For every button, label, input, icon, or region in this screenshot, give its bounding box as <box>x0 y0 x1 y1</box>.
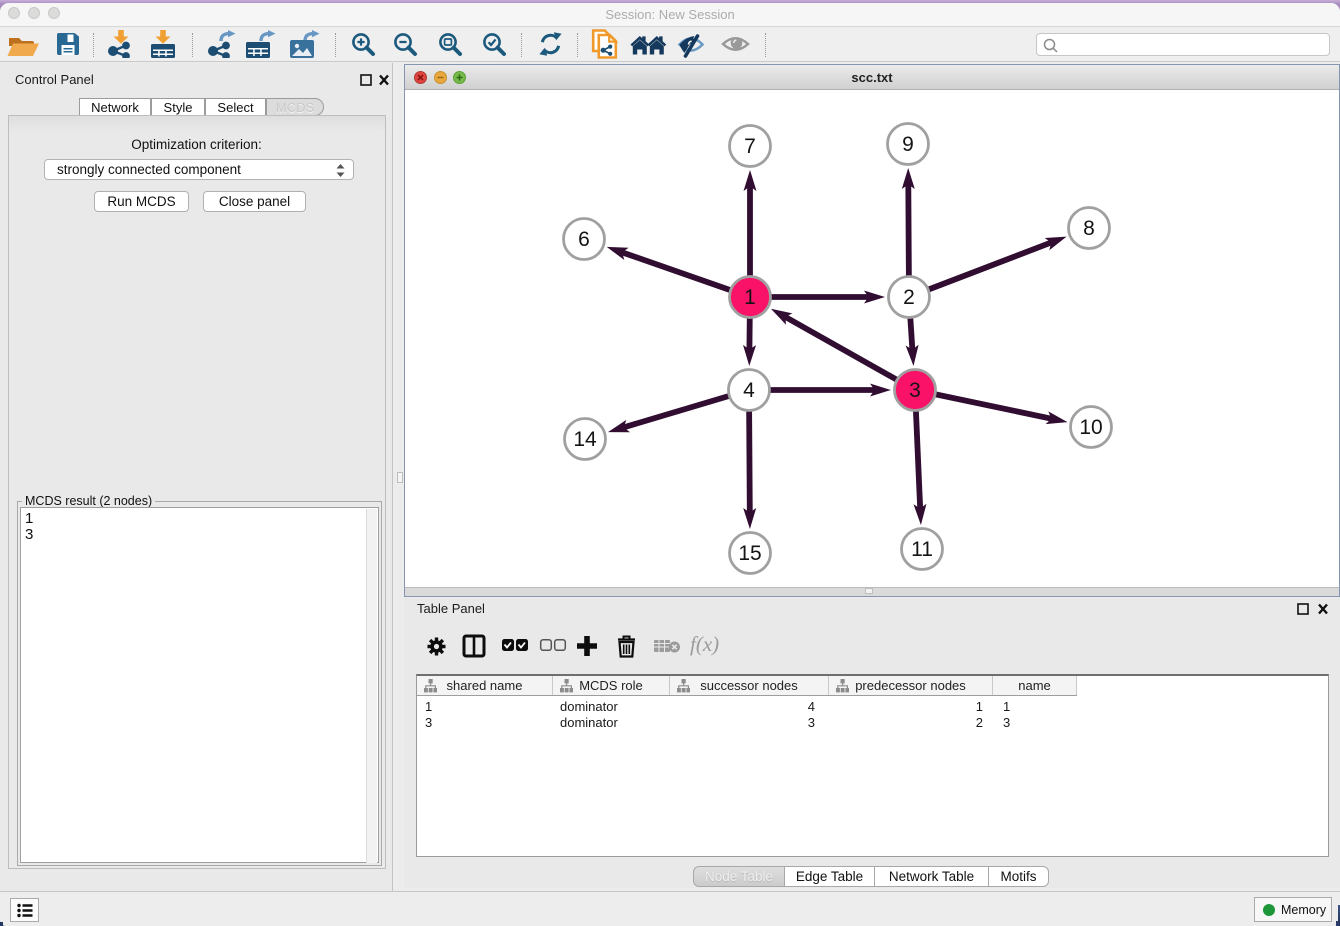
svg-text:15: 15 <box>738 542 761 565</box>
svg-text:14: 14 <box>573 428 597 451</box>
svg-text:10: 10 <box>1079 416 1102 439</box>
svg-text:9: 9 <box>902 133 914 156</box>
svg-text:2: 2 <box>903 286 915 309</box>
svg-text:1: 1 <box>744 286 756 309</box>
svg-text:11: 11 <box>911 538 933 561</box>
svg-text:6: 6 <box>578 228 590 251</box>
svg-text:7: 7 <box>744 135 756 158</box>
svg-text:4: 4 <box>743 379 755 402</box>
svg-text:8: 8 <box>1083 217 1095 240</box>
svg-text:3: 3 <box>909 379 921 402</box>
